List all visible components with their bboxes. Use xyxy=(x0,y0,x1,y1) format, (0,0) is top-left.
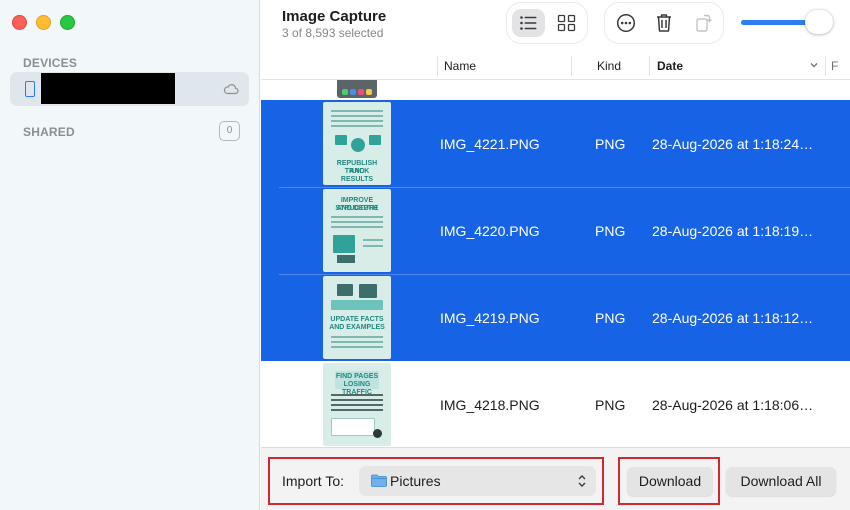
slider-knob[interactable] xyxy=(805,10,833,34)
iphone-icon xyxy=(25,81,35,97)
column-header-date[interactable]: Date xyxy=(657,59,683,73)
devices-heading: DEVICES xyxy=(23,56,78,70)
thumbnail-title: AND DEPTH xyxy=(336,205,378,212)
window-controls xyxy=(12,15,75,30)
view-mode-control xyxy=(507,3,587,43)
close-window-button[interactable] xyxy=(12,15,27,30)
device-name-redacted xyxy=(41,73,175,104)
selection-status: 3 of 8,593 selected xyxy=(282,26,384,40)
item-actions-group xyxy=(605,3,723,43)
grid-view-button[interactable] xyxy=(550,9,583,37)
column-separator xyxy=(571,56,572,76)
minimize-window-button[interactable] xyxy=(36,15,51,30)
download-all-button[interactable]: Download All xyxy=(726,467,836,496)
shared-count-badge: 0 xyxy=(219,121,240,141)
file-kind: PNG xyxy=(595,397,626,413)
thumbnail-title: FIND PAGES xyxy=(335,373,379,380)
image-thumbnail: IMPROVE STRUCTURE AND DEPTH xyxy=(323,189,391,272)
file-name: IMG_4220.PNG xyxy=(440,223,540,239)
thumbnail-partial-top xyxy=(337,80,377,98)
file-name: IMG_4219.PNG xyxy=(440,310,540,326)
table-row[interactable]: UPDATE FACTS AND EXAMPLES IMG_4219.PNG P… xyxy=(261,274,850,361)
shared-heading: SHARED xyxy=(23,125,75,139)
list-view-button[interactable] xyxy=(512,9,545,37)
file-list: REPUBLISH AND TRACK RESULTS IMG_4221.PNG… xyxy=(261,80,850,447)
file-kind: PNG xyxy=(595,136,626,152)
rotate-button[interactable] xyxy=(688,9,718,37)
list-icon xyxy=(520,16,537,30)
thumbnail-title: TRACK RESULTS xyxy=(340,168,374,183)
file-date: 28-Aug-2026 at 1:18:12… xyxy=(652,310,814,326)
window-title: Image Capture xyxy=(282,8,387,25)
highlight-box-import xyxy=(268,457,604,505)
zoom-window-button[interactable] xyxy=(60,15,75,30)
table-row[interactable]: FIND PAGES LOSING TRAFFIC IMG_4218.PNG P… xyxy=(261,361,850,447)
file-name: IMG_4221.PNG xyxy=(440,136,540,152)
sidebar-item-device[interactable] xyxy=(10,72,249,106)
table-header: Name Kind Date F xyxy=(261,52,850,80)
column-separator xyxy=(825,56,826,76)
file-name: IMG_4218.PNG xyxy=(440,397,540,413)
sidebar: DEVICES SHARED 0 xyxy=(0,0,260,510)
more-options-button[interactable] xyxy=(611,9,641,37)
image-thumbnail: REPUBLISH AND TRACK RESULTS xyxy=(323,102,391,185)
trash-icon xyxy=(657,14,671,32)
file-kind: PNG xyxy=(595,310,626,326)
file-date: 28-Aug-2026 at 1:18:24… xyxy=(652,136,814,152)
table-row[interactable]: REPUBLISH AND TRACK RESULTS IMG_4221.PNG… xyxy=(261,100,850,187)
column-header-kind[interactable]: Kind xyxy=(597,59,621,73)
column-separator xyxy=(437,56,438,76)
table-row[interactable]: IMPROVE STRUCTURE AND DEPTH IMG_4220.PNG… xyxy=(261,187,850,274)
file-date: 28-Aug-2026 at 1:18:06… xyxy=(652,397,814,413)
image-thumbnail: UPDATE FACTS AND EXAMPLES xyxy=(323,276,391,359)
grid-icon xyxy=(557,14,576,32)
highlight-box-download xyxy=(618,457,720,505)
cloud-icon xyxy=(223,84,239,95)
thumbnail-title: UPDATE FACTS xyxy=(330,316,384,323)
ellipsis-circle-icon xyxy=(616,13,636,33)
file-kind: PNG xyxy=(595,223,626,239)
thumbnail-title: AND EXAMPLES xyxy=(329,324,385,331)
file-date: 28-Aug-2026 at 1:18:19… xyxy=(652,223,814,239)
column-header-name[interactable]: Name xyxy=(444,59,476,73)
column-separator xyxy=(649,56,650,76)
delete-button[interactable] xyxy=(649,9,679,37)
sort-chevron-down-icon[interactable] xyxy=(809,60,819,70)
column-header-truncated[interactable]: F xyxy=(831,59,838,73)
rotate-icon xyxy=(696,14,712,32)
image-thumbnail: FIND PAGES LOSING TRAFFIC xyxy=(323,363,391,446)
